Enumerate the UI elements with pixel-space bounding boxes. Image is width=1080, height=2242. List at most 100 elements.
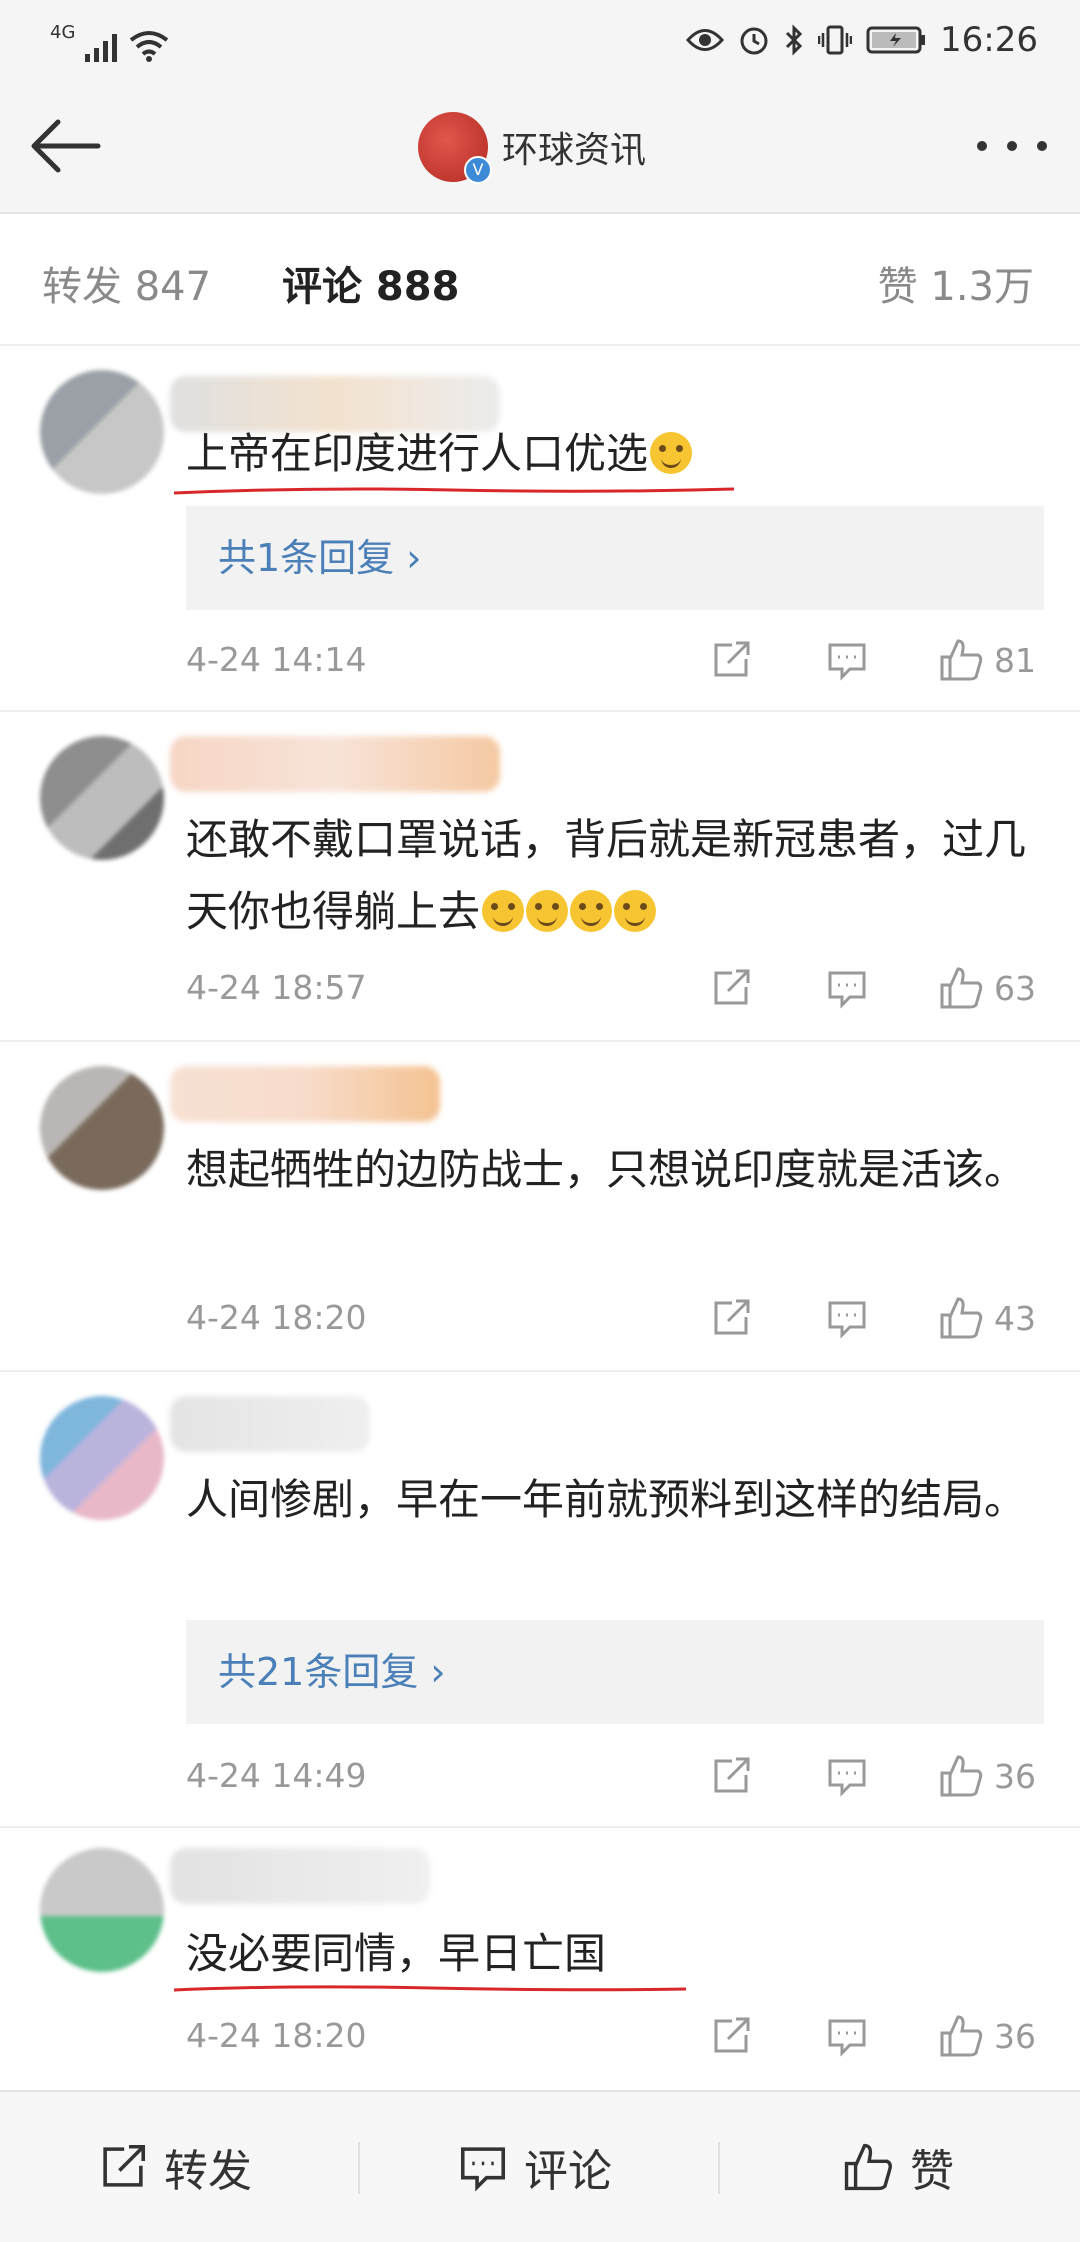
thumbs-up-icon [940, 1755, 983, 1797]
reply-button[interactable] [826, 636, 868, 684]
comment-icon [828, 1301, 866, 1339]
battery-icon [866, 26, 926, 54]
avatar[interactable] [40, 1848, 164, 1972]
like-button[interactable]: 赞 [842, 2092, 954, 2242]
comment-icon [828, 1759, 866, 1797]
comment-item: 还敢不戴口罩说话，背后就是新冠患者，过几天你也得躺上去 4-24 18:57 6… [0, 712, 1080, 1042]
share-icon [103, 2144, 146, 2187]
like-count: 81 [994, 640, 1036, 680]
eye-icon [686, 29, 725, 51]
share-button[interactable] [710, 964, 752, 1012]
username[interactable] [170, 1848, 430, 1904]
replies-link[interactable]: 共1条回复 › [186, 506, 1044, 610]
comment-time: 4-24 18:57 [186, 968, 367, 1007]
share-button[interactable] [710, 636, 752, 684]
laughing-emoji-icon [482, 890, 525, 932]
share-button[interactable] [710, 1752, 752, 1800]
comment-label: 评论 [524, 2146, 612, 2197]
thumbs-up-icon [940, 2015, 983, 2057]
reply-button[interactable] [826, 964, 868, 1012]
username[interactable] [170, 1396, 370, 1452]
account-header[interactable]: V 环球资讯 [418, 110, 646, 184]
comment-icon [828, 2019, 866, 2057]
comment-icon [828, 643, 866, 681]
comment-icon [828, 971, 866, 1009]
red-underline [173, 1985, 687, 1992]
share-icon [714, 969, 750, 1005]
comment-text: 还敢不戴口罩说话，背后就是新冠患者，过几天你也得躺上去 [186, 815, 1027, 936]
like-count: 36 [994, 2016, 1036, 2056]
network-type: 4G [50, 22, 76, 43]
more-options-icon[interactable] [970, 126, 1054, 166]
avatar[interactable] [40, 1396, 164, 1520]
reply-button[interactable] [826, 1752, 868, 1800]
post-tabs: 转发 847 评论 888 赞 1.3万 [0, 214, 1080, 346]
like-button[interactable]: 36 [938, 1752, 1036, 1800]
like-button[interactable]: 36 [938, 2012, 1036, 2060]
thumbs-up-icon [940, 967, 983, 1009]
like-button[interactable]: 63 [938, 964, 1036, 1012]
thumbs-up-icon [940, 1297, 983, 1339]
status-right: 16:26 [686, 18, 1038, 62]
like-label: 赞 [910, 2146, 954, 2197]
share-icon [714, 1299, 750, 1335]
like-button[interactable]: 43 [938, 1294, 1036, 1342]
like-count: 36 [994, 1756, 1036, 1796]
bottom-action-bar: 转发 评论 赞 [0, 2090, 1080, 2242]
username[interactable] [170, 1066, 440, 1122]
comment-item: 没必要同情，早日亡国 4-24 18:20 36 [0, 1828, 1080, 2088]
comment-text: 没必要同情，早日亡国 [186, 1929, 607, 1978]
share-button[interactable] [710, 1294, 752, 1342]
vibrate-icon [818, 25, 853, 55]
tab-forward[interactable]: 转发 847 [42, 254, 211, 312]
share-icon [714, 1757, 750, 1793]
status-bar: 4G 16:26 [0, 0, 1080, 80]
comment-meta: 4-24 18:57 63 [186, 964, 1044, 1012]
red-underline [173, 487, 735, 495]
comment-time: 4-24 14:49 [186, 1756, 367, 1795]
signal-icon [85, 34, 118, 62]
comment-icon [460, 2147, 506, 2192]
thumbs-up-icon [940, 639, 983, 681]
divider [358, 2142, 360, 2194]
tab-comments[interactable]: 评论 888 [282, 254, 459, 312]
verified-badge: V [464, 156, 492, 184]
forward-button[interactable]: 转发 [98, 2092, 252, 2242]
like-count: 43 [994, 1298, 1036, 1338]
thinking-emoji-icon [650, 432, 693, 474]
account-name[interactable]: 环球资讯 [502, 121, 646, 173]
clock: 16:26 [940, 20, 1038, 60]
avatar[interactable] [40, 1066, 164, 1190]
comment-meta: 4-24 14:14 81 [186, 636, 1044, 684]
laughing-emoji-icon [614, 890, 657, 932]
laughing-emoji-icon [570, 890, 613, 932]
comment-meta: 4-24 18:20 36 [186, 2012, 1044, 2060]
comment-text: 人间惨剧，早在一年前就预料到这样的结局。 [186, 1475, 1027, 1524]
username[interactable] [170, 736, 500, 792]
reply-button[interactable] [826, 2012, 868, 2060]
comment-item: 人间惨剧，早在一年前就预料到这样的结局。 共21条回复 › 4-24 14:49… [0, 1372, 1080, 1828]
like-button[interactable]: 81 [938, 636, 1036, 684]
comment-time: 4-24 14:14 [186, 640, 367, 679]
account-avatar[interactable]: V [418, 112, 492, 184]
avatar[interactable] [40, 370, 164, 494]
share-button[interactable] [710, 2012, 752, 2060]
wifi-icon [130, 31, 169, 62]
comment-item: 想起牺牲的边防战士，只想说印度就是活该。 4-24 18:20 43 [0, 1042, 1080, 1372]
comment-meta: 4-24 18:20 43 [186, 1294, 1044, 1342]
comment-item: 上帝在印度进行人口优选 共1条回复 › 4-24 14:14 81 [0, 346, 1080, 712]
alarm-icon [740, 27, 768, 55]
comment-text: 想起牺牲的边防战士，只想说印度就是活该。 [186, 1145, 1027, 1194]
reply-button[interactable] [826, 1294, 868, 1342]
comment-time: 4-24 18:20 [186, 2016, 367, 2055]
back-arrow-icon[interactable] [28, 114, 108, 178]
comment-meta: 4-24 14:49 36 [186, 1752, 1044, 1800]
divider [718, 2142, 720, 2194]
comment-time: 4-24 18:20 [186, 1298, 367, 1337]
bluetooth-icon [785, 24, 803, 56]
tab-likes[interactable]: 赞 1.3万 [878, 254, 1034, 312]
comment-button[interactable]: 评论 [458, 2092, 612, 2242]
avatar[interactable] [40, 736, 164, 860]
thumbs-up-icon [844, 2143, 892, 2191]
replies-link[interactable]: 共21条回复 › [186, 1620, 1044, 1724]
